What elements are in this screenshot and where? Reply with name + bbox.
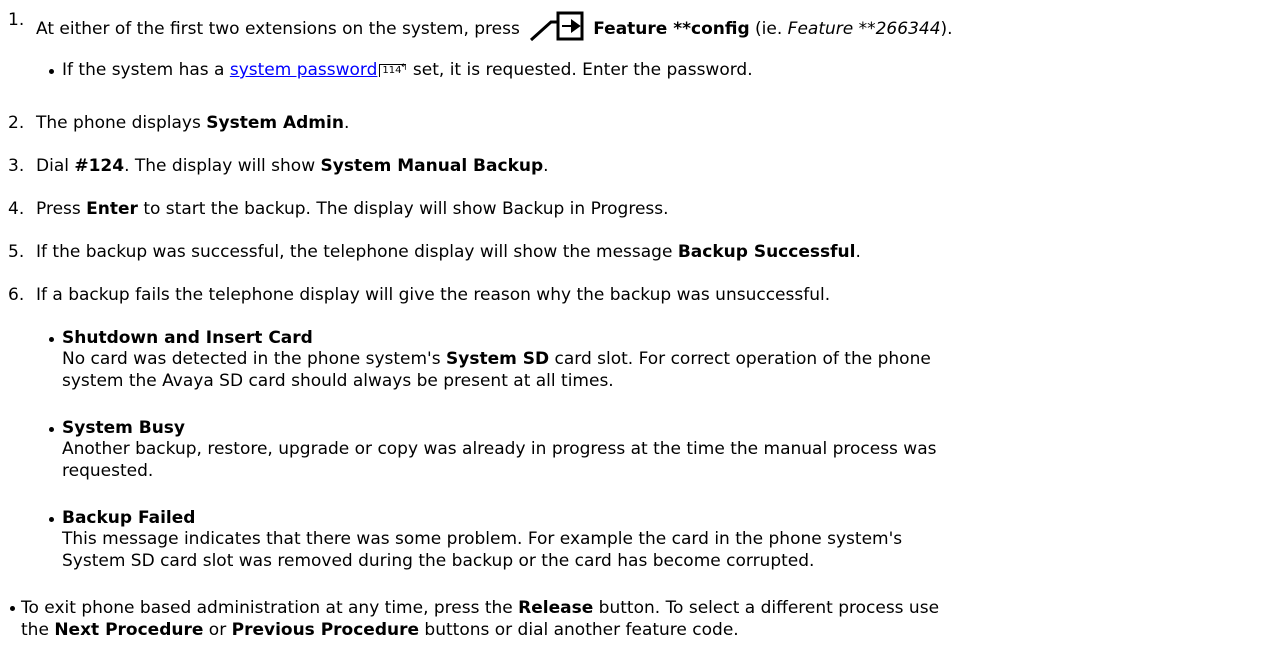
message-title: System Busy [62, 418, 185, 438]
message-description: No card was detected in the phone system… [62, 349, 931, 391]
step-number: 2. [8, 113, 25, 133]
bullet-icon [49, 517, 54, 522]
message-description: This message indicates that there was so… [62, 529, 903, 571]
bullet-icon [49, 69, 54, 74]
step-number: 5. [8, 242, 25, 262]
step-1: 1. At either of the first two extensions… [0, 1, 1282, 42]
password-note: If the system has a system password 114 ↰ … [0, 60, 1282, 84]
step-text: Dial #124. The display will show System … [36, 156, 549, 176]
jump-arrow-icon: ↰ [399, 63, 408, 73]
step-text: Press Enter to start the backup. The dis… [36, 199, 669, 219]
bullet-icon [10, 606, 15, 611]
bullet-icon [49, 427, 54, 432]
feature-icon [527, 10, 587, 47]
page-reference[interactable]: 114 ↰ [379, 63, 408, 77]
step-number: 1. [8, 10, 25, 30]
step-number: 3. [8, 156, 25, 176]
step-text: If the backup was successful, the teleph… [36, 242, 861, 262]
message-description: Another backup, restore, upgrade or copy… [62, 439, 937, 481]
step-text: The phone displays System Admin. [36, 113, 350, 133]
message-title: Backup Failed [62, 508, 196, 528]
step-text: At either of the first two extensions on… [36, 10, 953, 47]
bullet-icon [49, 337, 54, 342]
step-text: If a backup fails the telephone display … [36, 285, 831, 305]
step-number: 4. [8, 199, 25, 219]
message-title: Shutdown and Insert Card [62, 328, 313, 348]
step-number: 6. [8, 285, 25, 305]
system-password-link[interactable]: system password [230, 60, 378, 80]
